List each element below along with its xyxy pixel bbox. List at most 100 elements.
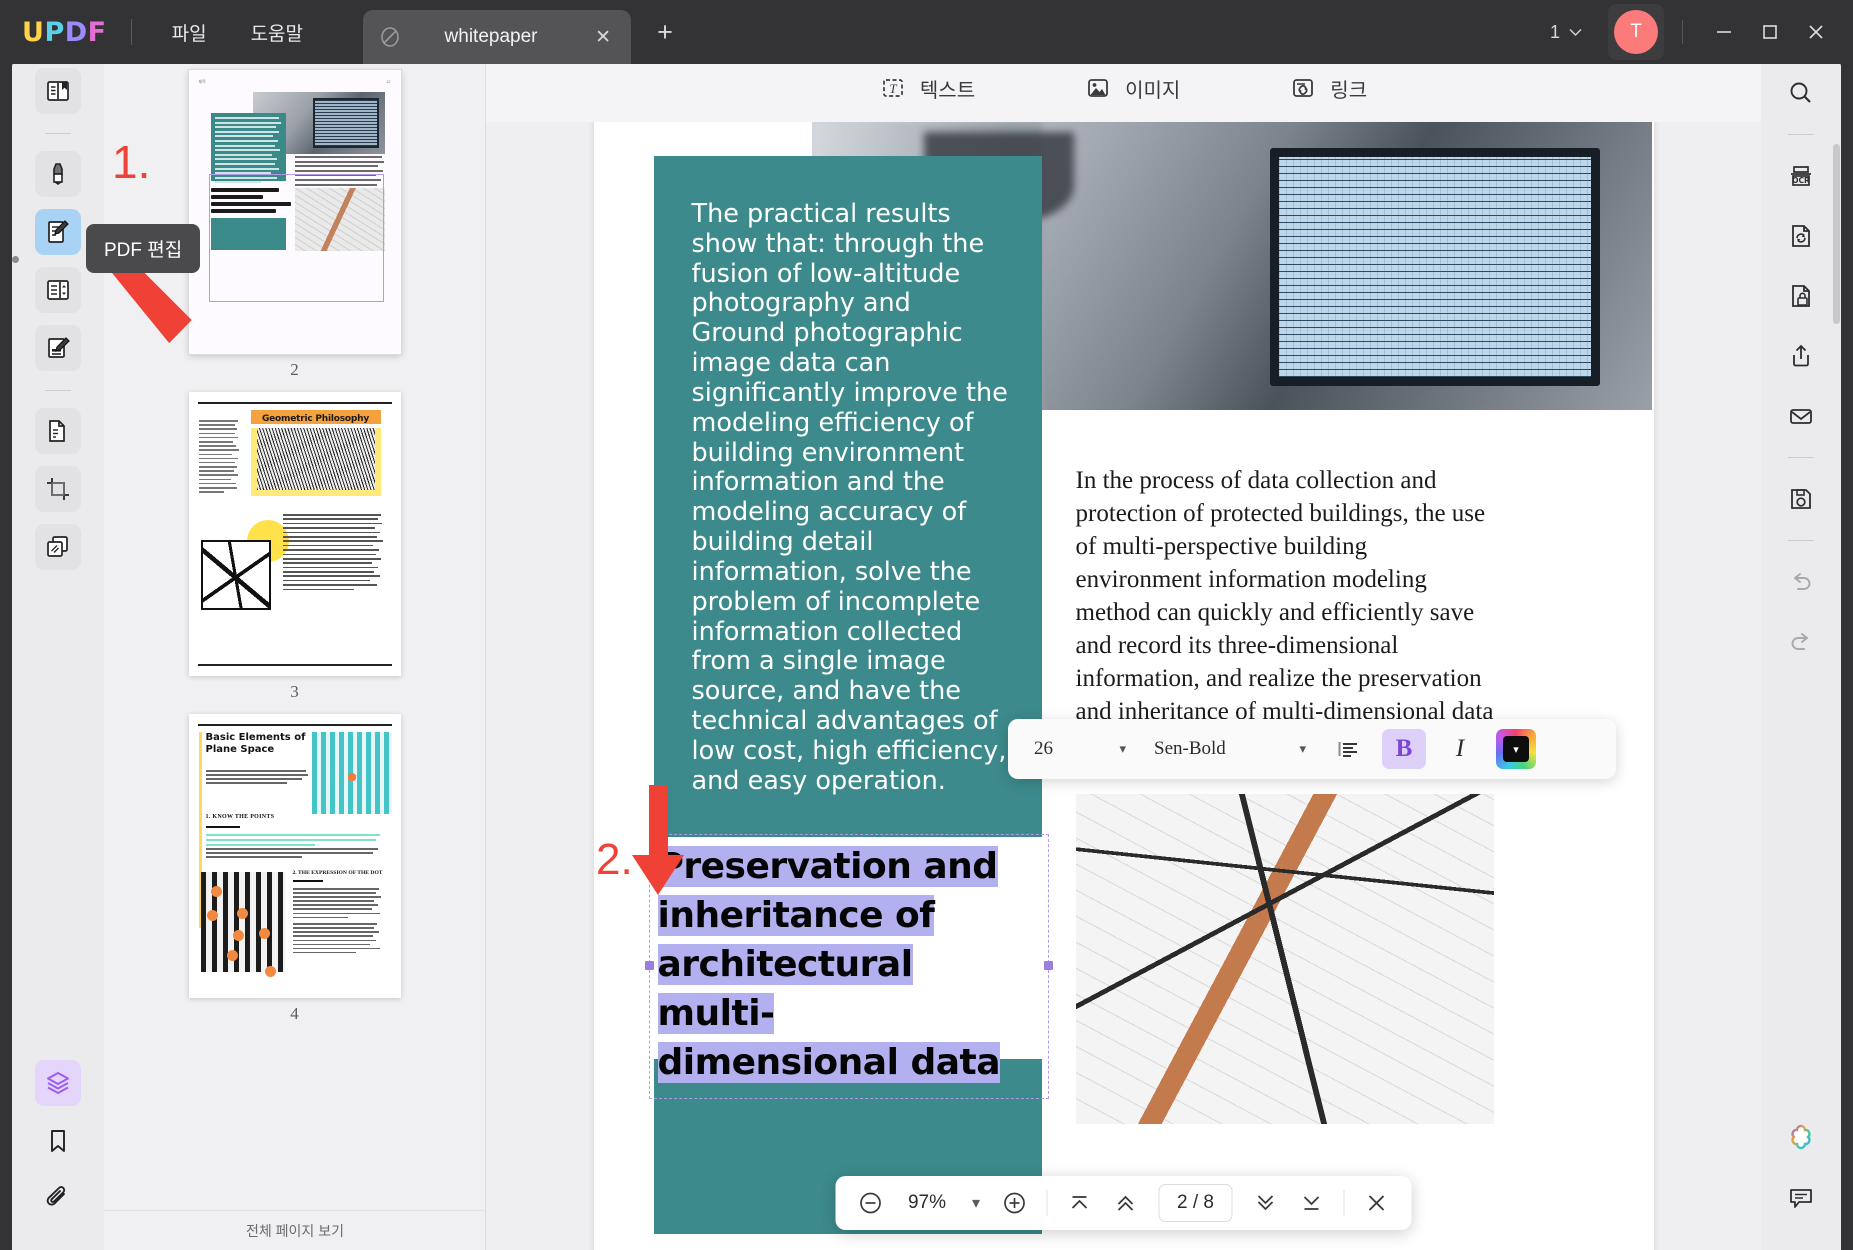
thumbnail-list: 제목12 <box>104 54 485 1024</box>
right-tool-rail: OCR <box>1761 54 1841 1250</box>
sidebar-attachment-icon[interactable] <box>35 1176 81 1222</box>
compress-icon[interactable] <box>1778 213 1824 259</box>
main-area: T 텍스트 이미지 링크 <box>486 54 1761 1250</box>
protect-icon[interactable] <box>1778 273 1824 319</box>
bold-button[interactable]: B <box>1382 729 1426 769</box>
tab-close-icon[interactable]: ✕ <box>589 23 617 51</box>
prev-page-icon[interactable] <box>1104 1182 1146 1224</box>
text-format-toolbar: 26 ▾ Sen-Bold ▾ B I ▾ <box>1008 719 1616 779</box>
page-navigation-toolbar: 97% ▾ 2 / 8 <box>835 1176 1412 1230</box>
annotation-step-1: 1. <box>112 135 150 189</box>
thumbnail-page-number: 4 <box>189 1004 401 1024</box>
document-count-dropdown[interactable]: 1 <box>1540 16 1592 49</box>
resize-handle-right[interactable] <box>1044 961 1053 970</box>
thumbnail-page-number: 3 <box>189 682 401 702</box>
thumb4-title: Basic Elements of Plane Space <box>206 732 310 755</box>
thumbnail-page-4[interactable]: Basic Elements of Plane Space 1. KNOW TH… <box>189 714 401 1024</box>
menu-file[interactable]: 파일 <box>156 13 223 52</box>
search-icon[interactable] <box>1778 70 1824 116</box>
page-blueprint-photo <box>1076 794 1494 1124</box>
first-page-icon[interactable] <box>1058 1182 1100 1224</box>
font-size-dropdown[interactable]: 26 ▾ <box>1020 729 1140 769</box>
undo-icon[interactable] <box>1778 559 1824 605</box>
active-tool-marker <box>12 256 19 263</box>
window-minimize-button[interactable] <box>1701 9 1747 55</box>
heading-line-1: Preservation and <box>658 846 998 887</box>
italic-button[interactable]: I <box>1438 729 1482 769</box>
sidebar-layers-icon[interactable] <box>35 1060 81 1106</box>
thumbnail-page-2[interactable]: 제목12 <box>189 70 401 380</box>
zoom-dropdown-icon[interactable]: ▾ <box>963 1183 989 1223</box>
heading-line-3: architectural multi- <box>658 944 913 1034</box>
last-page-icon[interactable] <box>1291 1182 1333 1224</box>
account-button[interactable]: T <box>1608 4 1664 60</box>
thumbnail-page-3[interactable]: Geometric Philosophy <box>189 392 401 702</box>
sidebar-form-icon[interactable] <box>35 325 81 371</box>
document-page[interactable]: The practical results show that: through… <box>594 122 1654 1250</box>
chevron-down-icon: ▾ <box>1503 736 1529 762</box>
toolbar-divider-1 <box>1046 1190 1047 1216</box>
comment-icon[interactable] <box>1778 1174 1824 1220</box>
sidebar-annotate-icon[interactable] <box>35 151 81 197</box>
logo-letter-d: D <box>65 17 88 48</box>
selected-text-block[interactable]: Preservation and inheritance of architec… <box>649 834 1049 1099</box>
window-close-button[interactable] <box>1793 9 1839 55</box>
font-family-value: Sen-Bold <box>1154 738 1226 760</box>
toolbar-divider-2 <box>1344 1190 1345 1216</box>
share-icon[interactable] <box>1778 333 1824 379</box>
thumbnail-page-4-preview: Basic Elements of Plane Space 1. KNOW TH… <box>189 714 401 998</box>
window-maximize-button[interactable] <box>1747 9 1793 55</box>
email-icon[interactable] <box>1778 393 1824 439</box>
document-count-value: 1 <box>1550 22 1560 43</box>
thumbnail-crop-indicator <box>209 174 384 302</box>
next-page-icon[interactable] <box>1245 1182 1287 1224</box>
edit-image-button[interactable]: 이미지 <box>1071 66 1194 111</box>
sidebar-convert-icon[interactable] <box>35 408 81 454</box>
close-navigation-button[interactable] <box>1356 1182 1398 1224</box>
thumb2-header: 제목12 <box>199 79 391 85</box>
heading-line-4: dimensional data <box>658 1042 1001 1083</box>
document-canvas[interactable]: The practical results show that: through… <box>486 122 1761 1250</box>
thumb3-content: Geometric Philosophy <box>189 392 401 676</box>
edit-text-label: 텍스트 <box>920 74 975 103</box>
edit-image-label: 이미지 <box>1125 74 1180 103</box>
body-paragraph[interactable]: In the process of data collection and pr… <box>1076 464 1494 761</box>
thumb4-content: Basic Elements of Plane Space 1. KNOW TH… <box>189 714 401 998</box>
sidebar-organize-pages-icon[interactable] <box>35 267 81 313</box>
zoom-in-button[interactable] <box>993 1182 1035 1224</box>
sidebar-bookmark-icon[interactable] <box>35 1118 81 1164</box>
sidebar-edit-pdf-icon[interactable] <box>35 209 81 255</box>
zoom-level-value[interactable]: 97% <box>895 1192 959 1214</box>
font-family-dropdown[interactable]: Sen-Bold ▾ <box>1140 729 1320 769</box>
thumbnail-footer[interactable]: 전체 페이지 보기 <box>104 1210 486 1250</box>
resize-handle-left[interactable] <box>645 961 654 970</box>
thumb4-photo <box>312 732 392 814</box>
document-tab[interactable]: whitepaper ✕ <box>363 10 631 64</box>
titlebar-right-group: 1 T <box>1540 0 1853 64</box>
vertical-scrollbar[interactable] <box>1833 144 1840 324</box>
save-icon[interactable] <box>1778 476 1824 522</box>
edit-text-button[interactable]: T 텍스트 <box>866 66 989 111</box>
avatar: T <box>1614 10 1658 54</box>
edit-link-button[interactable]: 링크 <box>1276 66 1381 111</box>
right-rail-divider-3 <box>1788 540 1814 541</box>
page-indicator[interactable]: 2 / 8 <box>1158 1184 1233 1222</box>
redo-icon[interactable] <box>1778 619 1824 665</box>
zoom-out-button[interactable] <box>849 1182 891 1224</box>
align-left-icon[interactable] <box>1326 729 1370 769</box>
app-logo: UPDF <box>22 17 107 48</box>
ocr-icon[interactable]: OCR <box>1778 153 1824 199</box>
thumb4-intro <box>206 770 310 786</box>
sidebar-reader-icon[interactable] <box>35 68 81 114</box>
new-tab-button[interactable]: + <box>649 16 681 48</box>
ai-assistant-icon[interactable] <box>1778 1114 1824 1160</box>
menu-help[interactable]: 도움말 <box>235 13 319 52</box>
chevron-down-icon: ▾ <box>1119 741 1126 757</box>
edit-toolbar: T 텍스트 이미지 링크 <box>486 54 1761 122</box>
sidebar-batch-icon[interactable] <box>35 524 81 570</box>
font-color-picker[interactable]: ▾ <box>1496 729 1536 769</box>
logo-letter-f: F <box>88 17 107 48</box>
sidebar-crop-icon[interactable] <box>35 466 81 512</box>
thumb3-line-art <box>201 540 271 610</box>
teal-text-block[interactable]: The practical results show that: through… <box>654 156 1042 837</box>
